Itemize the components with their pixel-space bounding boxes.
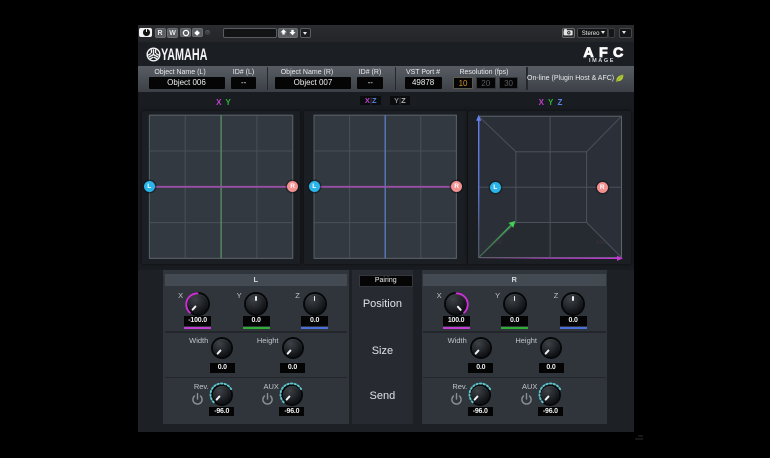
- svg-text:100: 100: [596, 240, 607, 246]
